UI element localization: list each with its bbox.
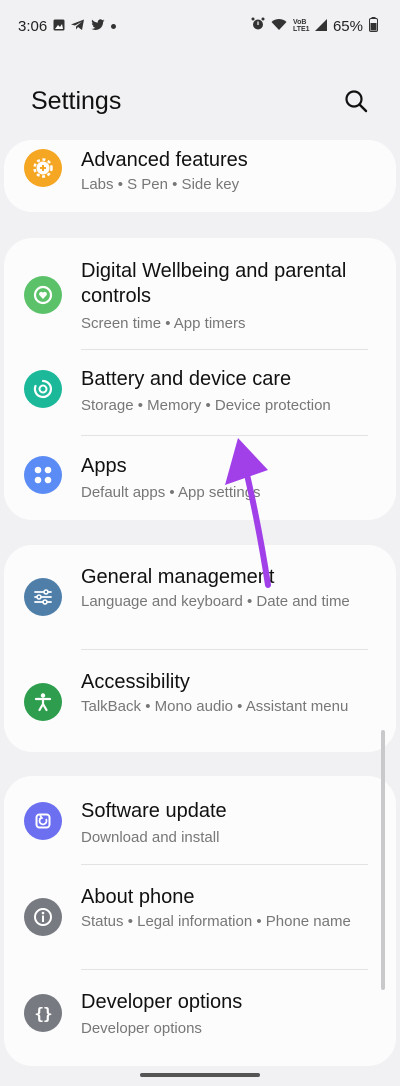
settings-item-subtitle: Screen time • App timers bbox=[81, 315, 246, 332]
telegram-icon bbox=[71, 18, 85, 35]
search-button[interactable] bbox=[340, 85, 372, 117]
battery-text: 65% bbox=[332, 17, 363, 35]
settings-item-title: Developer options bbox=[81, 991, 243, 1013]
header: Settings bbox=[0, 78, 400, 124]
status-bar: 3:06 VoB LTE1 65% bbox=[0, 0, 400, 52]
volte-icon: VoB LTE1 bbox=[292, 19, 310, 33]
software-update-icon bbox=[24, 802, 62, 840]
settings-item-developer-options[interactable]: {} Developer options Developer options bbox=[4, 970, 396, 1056]
settings-item-about-phone[interactable]: About phone Status • Legal information •… bbox=[4, 865, 396, 969]
signal-icon bbox=[314, 18, 327, 35]
battery-icon bbox=[369, 16, 378, 36]
settings-item-general-management[interactable]: General management Language and keyboard… bbox=[4, 545, 396, 649]
apps-grid-icon bbox=[24, 456, 62, 494]
status-right: VoB LTE1 65% bbox=[251, 16, 378, 36]
settings-item-title: Digital Wellbeing and parental controls bbox=[81, 260, 347, 307]
settings-item-subtitle: Storage • Memory • Device protection bbox=[81, 397, 331, 414]
settings-item-subtitle: Developer options bbox=[81, 1020, 202, 1037]
settings-item-accessibility[interactable]: Accessibility TalkBack • Mono audio • As… bbox=[4, 650, 396, 752]
settings-item-subtitle: Labs • S Pen • Side key bbox=[81, 176, 240, 193]
settings-item-subtitle: Status • Legal information • Phone name bbox=[81, 913, 351, 930]
settings-item-title: About phone bbox=[81, 886, 195, 908]
settings-group-about: Software update Download and install Abo… bbox=[4, 776, 396, 1066]
settings-item-subtitle: Language and keyboard • Date and time bbox=[81, 593, 350, 610]
settings-item-title: General management bbox=[81, 566, 275, 588]
settings-group-general: General management Language and keyboard… bbox=[4, 545, 396, 752]
settings-item-title: Battery and device care bbox=[81, 368, 292, 390]
settings-item-title: Advanced features bbox=[81, 149, 248, 171]
braces-icon: {} bbox=[24, 994, 62, 1032]
wifi-icon bbox=[271, 18, 287, 35]
accessibility-icon bbox=[24, 683, 62, 721]
page-title: Settings bbox=[31, 86, 122, 115]
gear-plus-icon bbox=[24, 149, 62, 187]
settings-group-wellbeing: Digital Wellbeing and parental controls … bbox=[4, 238, 396, 520]
info-icon bbox=[24, 898, 62, 936]
status-left: 3:06 bbox=[18, 17, 117, 35]
device-care-icon bbox=[24, 370, 62, 408]
settings-item-battery-device-care[interactable]: Battery and device care Storage • Memory… bbox=[4, 350, 396, 435]
settings-item-subtitle: TalkBack • Mono audio • Assistant menu bbox=[81, 698, 349, 715]
settings-item-title: Accessibility bbox=[81, 671, 190, 693]
settings-item-title: Software update bbox=[81, 800, 227, 822]
settings-item-apps[interactable]: Apps Default apps • App settings bbox=[4, 436, 396, 520]
heart-circle-icon bbox=[24, 276, 62, 314]
settings-item-software-update[interactable]: Software update Download and install bbox=[4, 776, 396, 864]
scrollbar[interactable] bbox=[381, 730, 385, 990]
alarm-icon bbox=[251, 17, 265, 35]
twitter-icon bbox=[91, 18, 105, 35]
dot-icon bbox=[111, 23, 117, 29]
settings-item-advanced-features[interactable]: Advanced features Labs • S Pen • Side ke… bbox=[4, 140, 396, 212]
settings-item-subtitle: Default apps • App settings bbox=[81, 484, 261, 501]
settings-group-advanced: Advanced features Labs • S Pen • Side ke… bbox=[4, 140, 396, 212]
home-indicator[interactable] bbox=[140, 1073, 260, 1077]
search-icon bbox=[345, 90, 368, 113]
status-time: 3:06 bbox=[18, 17, 48, 35]
settings-item-subtitle: Download and install bbox=[81, 829, 220, 846]
sliders-icon bbox=[24, 578, 62, 616]
settings-item-digital-wellbeing[interactable]: Digital Wellbeing and parental controls … bbox=[4, 238, 396, 348]
image-icon bbox=[53, 18, 65, 35]
settings-item-title: Apps bbox=[81, 455, 127, 477]
